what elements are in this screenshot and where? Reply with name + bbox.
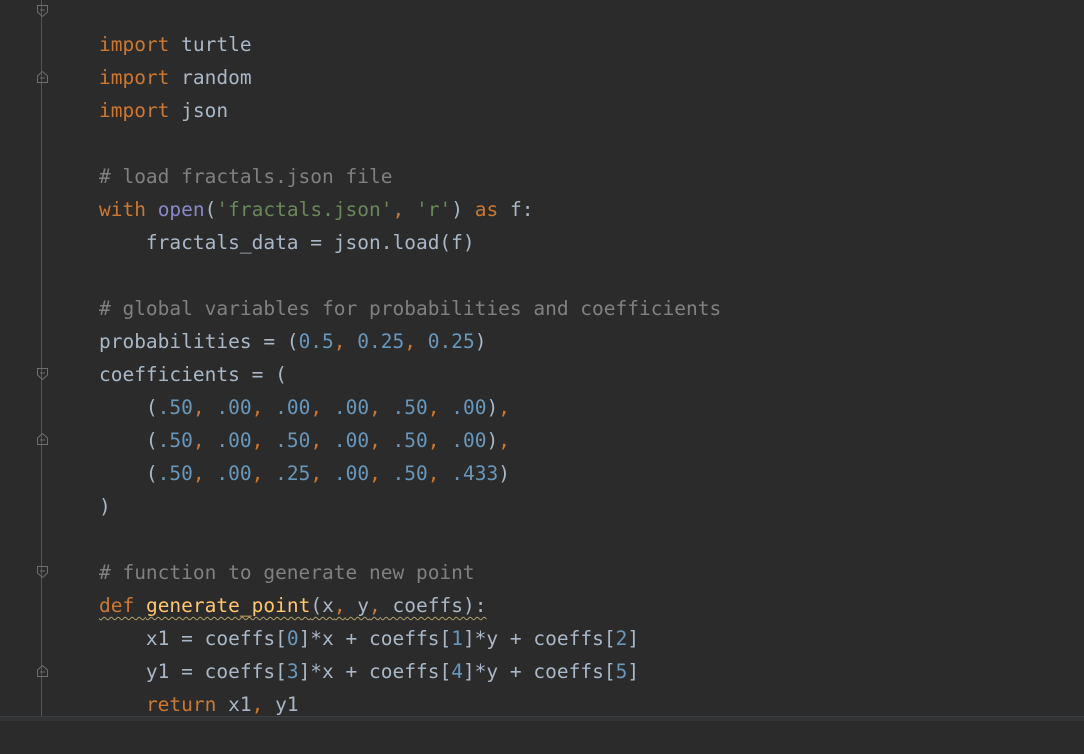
code-line[interactable]: def generate_point(x, y, coeffs): [52,556,487,617]
fold-end-icon[interactable] [36,664,49,678]
code-line[interactable]: import json [52,61,228,122]
number-literal: 0.25 [345,330,405,353]
keyword: return [145,693,217,716]
fold-end-icon[interactable] [36,432,49,446]
code-line[interactable]: x1 = coeffs[0]*x + coeffs[1]*y + coeffs[… [52,589,639,650]
fold-end-icon[interactable] [36,70,49,84]
comma: , [369,462,381,485]
code-line[interactable]: import random [52,28,252,89]
number-literal: .25 [263,462,311,485]
code-line[interactable]: # global variables for probabilities and… [52,259,721,320]
code-line[interactable]: (.50, .00, .25, .00, .50, .433) [52,424,510,485]
code-line[interactable]: (.50, .00, .00, .00, .50, .00), [52,358,510,419]
code-line[interactable]: # load fractals.json file [52,127,393,188]
identifier: y1 [263,693,299,716]
code-line[interactable]: fractals_data = json.load(f) [52,193,475,254]
comma: , [192,462,205,485]
paren: ) [498,462,510,485]
code-line[interactable]: (.50, .00, .50, .00, .50, .00), [52,391,510,452]
fold-start-icon[interactable] [36,367,49,381]
code-text: ] [627,660,640,683]
number-literal: 0.25 [416,330,475,353]
number-literal: .433 [439,462,499,485]
paren: ) [98,495,111,518]
number-literal: .50 [157,462,193,485]
code-text: ]*x + coeffs[ [298,660,452,683]
fold-start-icon[interactable] [36,4,49,18]
comma: , [251,462,264,485]
editor-bottom-border [0,716,1084,721]
number-literal: 4 [451,660,463,683]
number-literal: .50 [380,462,428,485]
code-text: ]*y + coeffs[ [462,660,616,683]
code-editor[interactable]: import turtle import random import json … [0,0,1084,721]
identifier: f: [498,198,534,221]
comma: , [427,462,440,485]
code-line[interactable]: ) [52,457,111,518]
code-line[interactable]: probabilities = (0.5, 0.25, 0.25) [52,292,486,353]
fold-start-icon[interactable] [36,565,49,579]
gutter-separator [41,0,42,721]
number-literal: 5 [615,660,628,683]
paren: ) [474,330,487,353]
code-line[interactable]: y1 = coeffs[3]*x + coeffs[4]*y + coeffs[… [52,622,639,683]
keyword: as [474,198,499,221]
code-line[interactable]: return x1, y1 [52,655,299,716]
number-literal: .00 [204,462,252,485]
identifier: json [169,99,229,122]
code-line[interactable]: with open('fractals.json', 'r') as f: [52,160,534,221]
code-line[interactable]: import turtle [52,0,252,56]
code-line[interactable]: # function to generate new point [52,523,475,584]
keyword: import [98,99,170,122]
code-line[interactable]: coefficients = ( [52,325,287,386]
number-literal: .00 [322,462,370,485]
comma: , [333,330,346,353]
comma: , [310,462,323,485]
comma: , [251,693,264,716]
number-literal: 0.5 [298,330,334,353]
comma: , [404,330,416,353]
identifier: x1 [216,693,252,716]
code-text: fractals_data = json.load(f) [98,231,475,254]
